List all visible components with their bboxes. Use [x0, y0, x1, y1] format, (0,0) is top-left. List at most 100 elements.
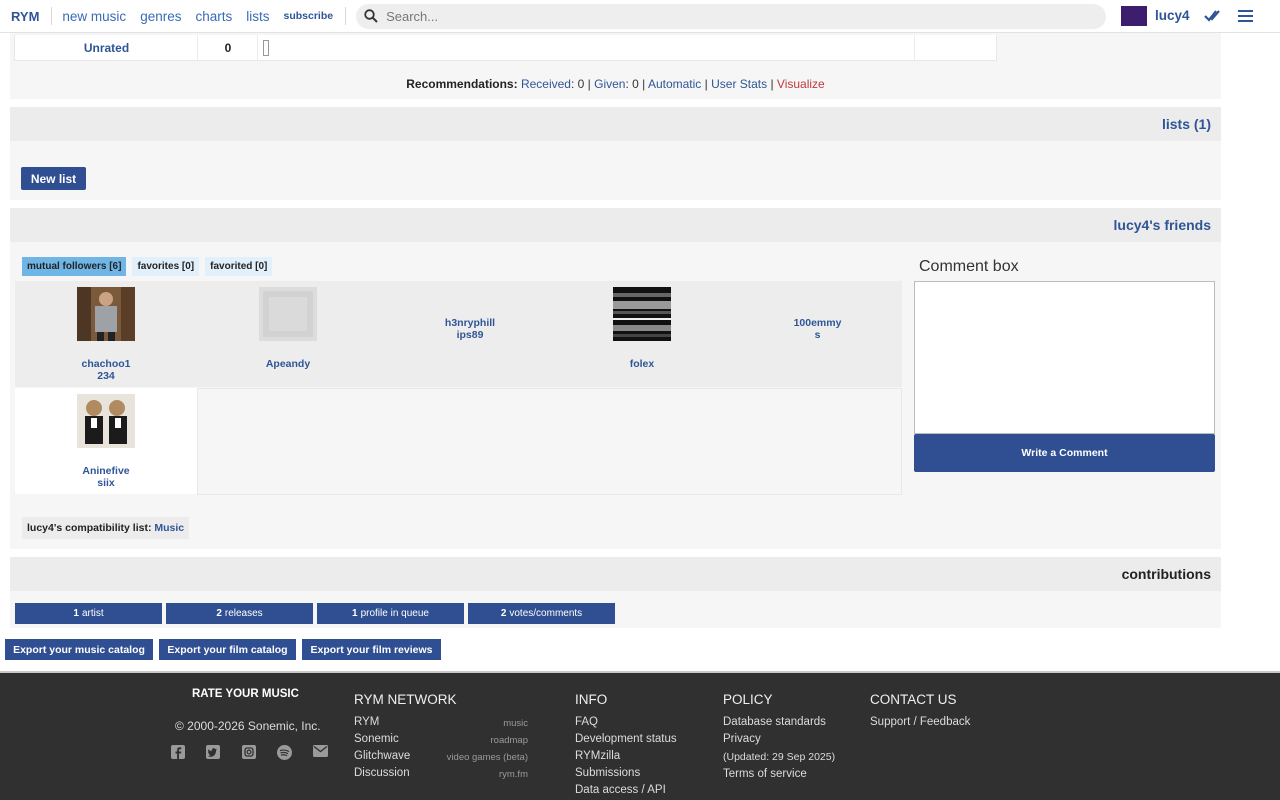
- friend-card[interactable]: h3nryphill ips89: [379, 281, 561, 387]
- main-nav-links: new music genres charts lists subscribe: [62, 9, 345, 24]
- contrib-count: 2: [500, 608, 507, 619]
- friend-name[interactable]: ips89: [379, 329, 561, 341]
- nav-charts[interactable]: charts: [195, 9, 232, 24]
- footer-link-dev-status[interactable]: Development status: [575, 733, 677, 745]
- user-avatar[interactable]: [1121, 6, 1147, 26]
- nav-genres[interactable]: genres: [140, 9, 181, 24]
- export-film-reviews-button[interactable]: Export your film reviews: [302, 639, 441, 660]
- received-link[interactable]: Received: [521, 77, 571, 91]
- footer-link-support[interactable]: Support / Feedback: [870, 716, 970, 728]
- contribution-artist[interactable]: 1 artist: [15, 603, 162, 624]
- export-music-button[interactable]: Export your music catalog: [5, 639, 153, 660]
- footer-link-privacy[interactable]: Privacy: [723, 733, 761, 745]
- footer-link-sonemic[interactable]: Sonemic: [354, 733, 399, 745]
- footer-link-submissions[interactable]: Submissions: [575, 767, 640, 779]
- friend-avatar[interactable]: [77, 394, 135, 448]
- friend-avatar[interactable]: [613, 287, 671, 341]
- new-list-button[interactable]: New list: [21, 167, 86, 190]
- footer-link-discussion[interactable]: Discussion: [354, 767, 410, 779]
- friends-grid-empty: [197, 388, 902, 495]
- username-link[interactable]: lucy4: [1155, 8, 1190, 23]
- friend-name[interactable]: 100emmy: [733, 317, 902, 329]
- friend-card[interactable]: folex: [551, 281, 733, 387]
- contributions-header: contributions: [10, 557, 1221, 591]
- contrib-label: releases: [224, 608, 263, 619]
- friend-name[interactable]: s: [733, 329, 902, 341]
- footer-link-faq[interactable]: FAQ: [575, 716, 598, 728]
- top-navigation-bar: RYM new music genres charts lists subscr…: [0, 0, 1280, 33]
- friend-name[interactable]: 234: [15, 370, 197, 382]
- footer-network-desc: music: [503, 718, 528, 729]
- footer-network-desc: roadmap: [490, 735, 529, 746]
- search-bar[interactable]: [356, 3, 1107, 29]
- tab-mutual-followers[interactable]: mutual followers [6]: [22, 257, 127, 276]
- separator: |: [701, 77, 712, 91]
- friend-name[interactable]: h3nryphill: [379, 317, 561, 329]
- footer-network-title: RYM NETWORK: [354, 692, 457, 707]
- friend-card[interactable]: Aninefive siix: [15, 388, 197, 494]
- email-icon[interactable]: [313, 745, 328, 757]
- friend-name[interactable]: folex: [551, 358, 733, 370]
- friends-title[interactable]: lucy4's friends: [1114, 217, 1211, 233]
- given-link[interactable]: Given: [594, 77, 625, 91]
- footer: RATE YOUR MUSIC © 2000-2026 Sonemic, Inc…: [0, 671, 1280, 800]
- tab-favorited[interactable]: favorited [0]: [205, 257, 273, 276]
- site-logo[interactable]: RYM: [11, 9, 39, 24]
- visualize-link[interactable]: Visualize: [777, 77, 825, 91]
- friend-name[interactable]: chachoo1: [15, 358, 197, 370]
- footer-network-desc: rym.fm: [498, 769, 528, 780]
- unrated-link[interactable]: Unrated: [15, 41, 198, 55]
- search-icon: [364, 9, 378, 23]
- ratings-cell: [258, 35, 915, 61]
- footer-link-glitchwave[interactable]: Glitchwave: [354, 750, 410, 762]
- automatic-link[interactable]: Automatic: [648, 77, 701, 91]
- nav-new-music[interactable]: new music: [62, 9, 126, 24]
- recommendations-label: Recommendations:: [406, 77, 518, 91]
- friend-name[interactable]: Apeandy: [197, 358, 379, 370]
- footer-link-rymzilla[interactable]: RYMzilla: [575, 750, 620, 762]
- contrib-count: 1: [352, 608, 358, 619]
- friend-name[interactable]: Aninefive: [15, 465, 197, 477]
- contribution-votes[interactable]: 2 votes/comments: [468, 603, 615, 624]
- contrib-count: 2: [216, 608, 222, 619]
- facebook-icon[interactable]: [171, 745, 185, 759]
- footer-link-db-standards[interactable]: Database standards: [723, 716, 826, 728]
- given-value: : 0 |: [625, 77, 648, 91]
- contribution-releases[interactable]: 2 releases: [166, 603, 313, 624]
- received-value: : 0 |: [570, 77, 595, 91]
- lists-title[interactable]: lists (1): [1162, 116, 1211, 132]
- user-stats-link[interactable]: User Stats: [711, 77, 767, 91]
- compat-music-link[interactable]: Music: [154, 522, 184, 534]
- friends-grid: chachoo1 234 Apeandy h3nryphill ips89 fo…: [15, 281, 902, 495]
- contribution-profile-queue[interactable]: 1 profile in queue: [317, 603, 464, 624]
- friend-avatar[interactable]: [259, 287, 317, 341]
- footer-link-data-access[interactable]: Data access / API: [575, 784, 666, 796]
- footer-brand: RATE YOUR MUSIC: [192, 688, 299, 700]
- friend-card[interactable]: Apeandy: [197, 281, 379, 387]
- contrib-label: profile in queue: [360, 608, 429, 619]
- nav-lists[interactable]: lists: [246, 9, 269, 24]
- contrib-label: votes/comments: [509, 608, 583, 619]
- nav-subscribe[interactable]: subscribe: [283, 10, 333, 22]
- footer-link-terms[interactable]: Terms of service: [723, 768, 807, 780]
- friend-card[interactable]: 100emmy s: [733, 281, 902, 387]
- instagram-icon[interactable]: [242, 745, 256, 759]
- unrated-count: 0: [224, 41, 232, 55]
- contrib-count: 1: [73, 608, 79, 619]
- double-check-icon[interactable]: [1204, 8, 1220, 24]
- hamburger-menu-icon[interactable]: [1238, 10, 1253, 22]
- search-input[interactable]: [386, 8, 1067, 24]
- write-comment-button[interactable]: Write a Comment: [914, 434, 1215, 472]
- twitter-icon[interactable]: [206, 745, 220, 759]
- friend-avatar[interactable]: [77, 287, 135, 341]
- tab-favorites[interactable]: favorites [0]: [132, 257, 200, 276]
- comment-textarea[interactable]: [914, 281, 1215, 434]
- friend-card[interactable]: chachoo1 234: [15, 281, 197, 387]
- nav-divider: [51, 7, 53, 25]
- friend-name[interactable]: siix: [15, 477, 197, 489]
- spotify-icon[interactable]: [277, 745, 292, 760]
- footer-link-rym[interactable]: RYM: [354, 716, 379, 728]
- rating-bar: [263, 40, 269, 56]
- export-film-catalog-button[interactable]: Export your film catalog: [159, 639, 296, 660]
- contributions-title: contributions: [1121, 566, 1211, 582]
